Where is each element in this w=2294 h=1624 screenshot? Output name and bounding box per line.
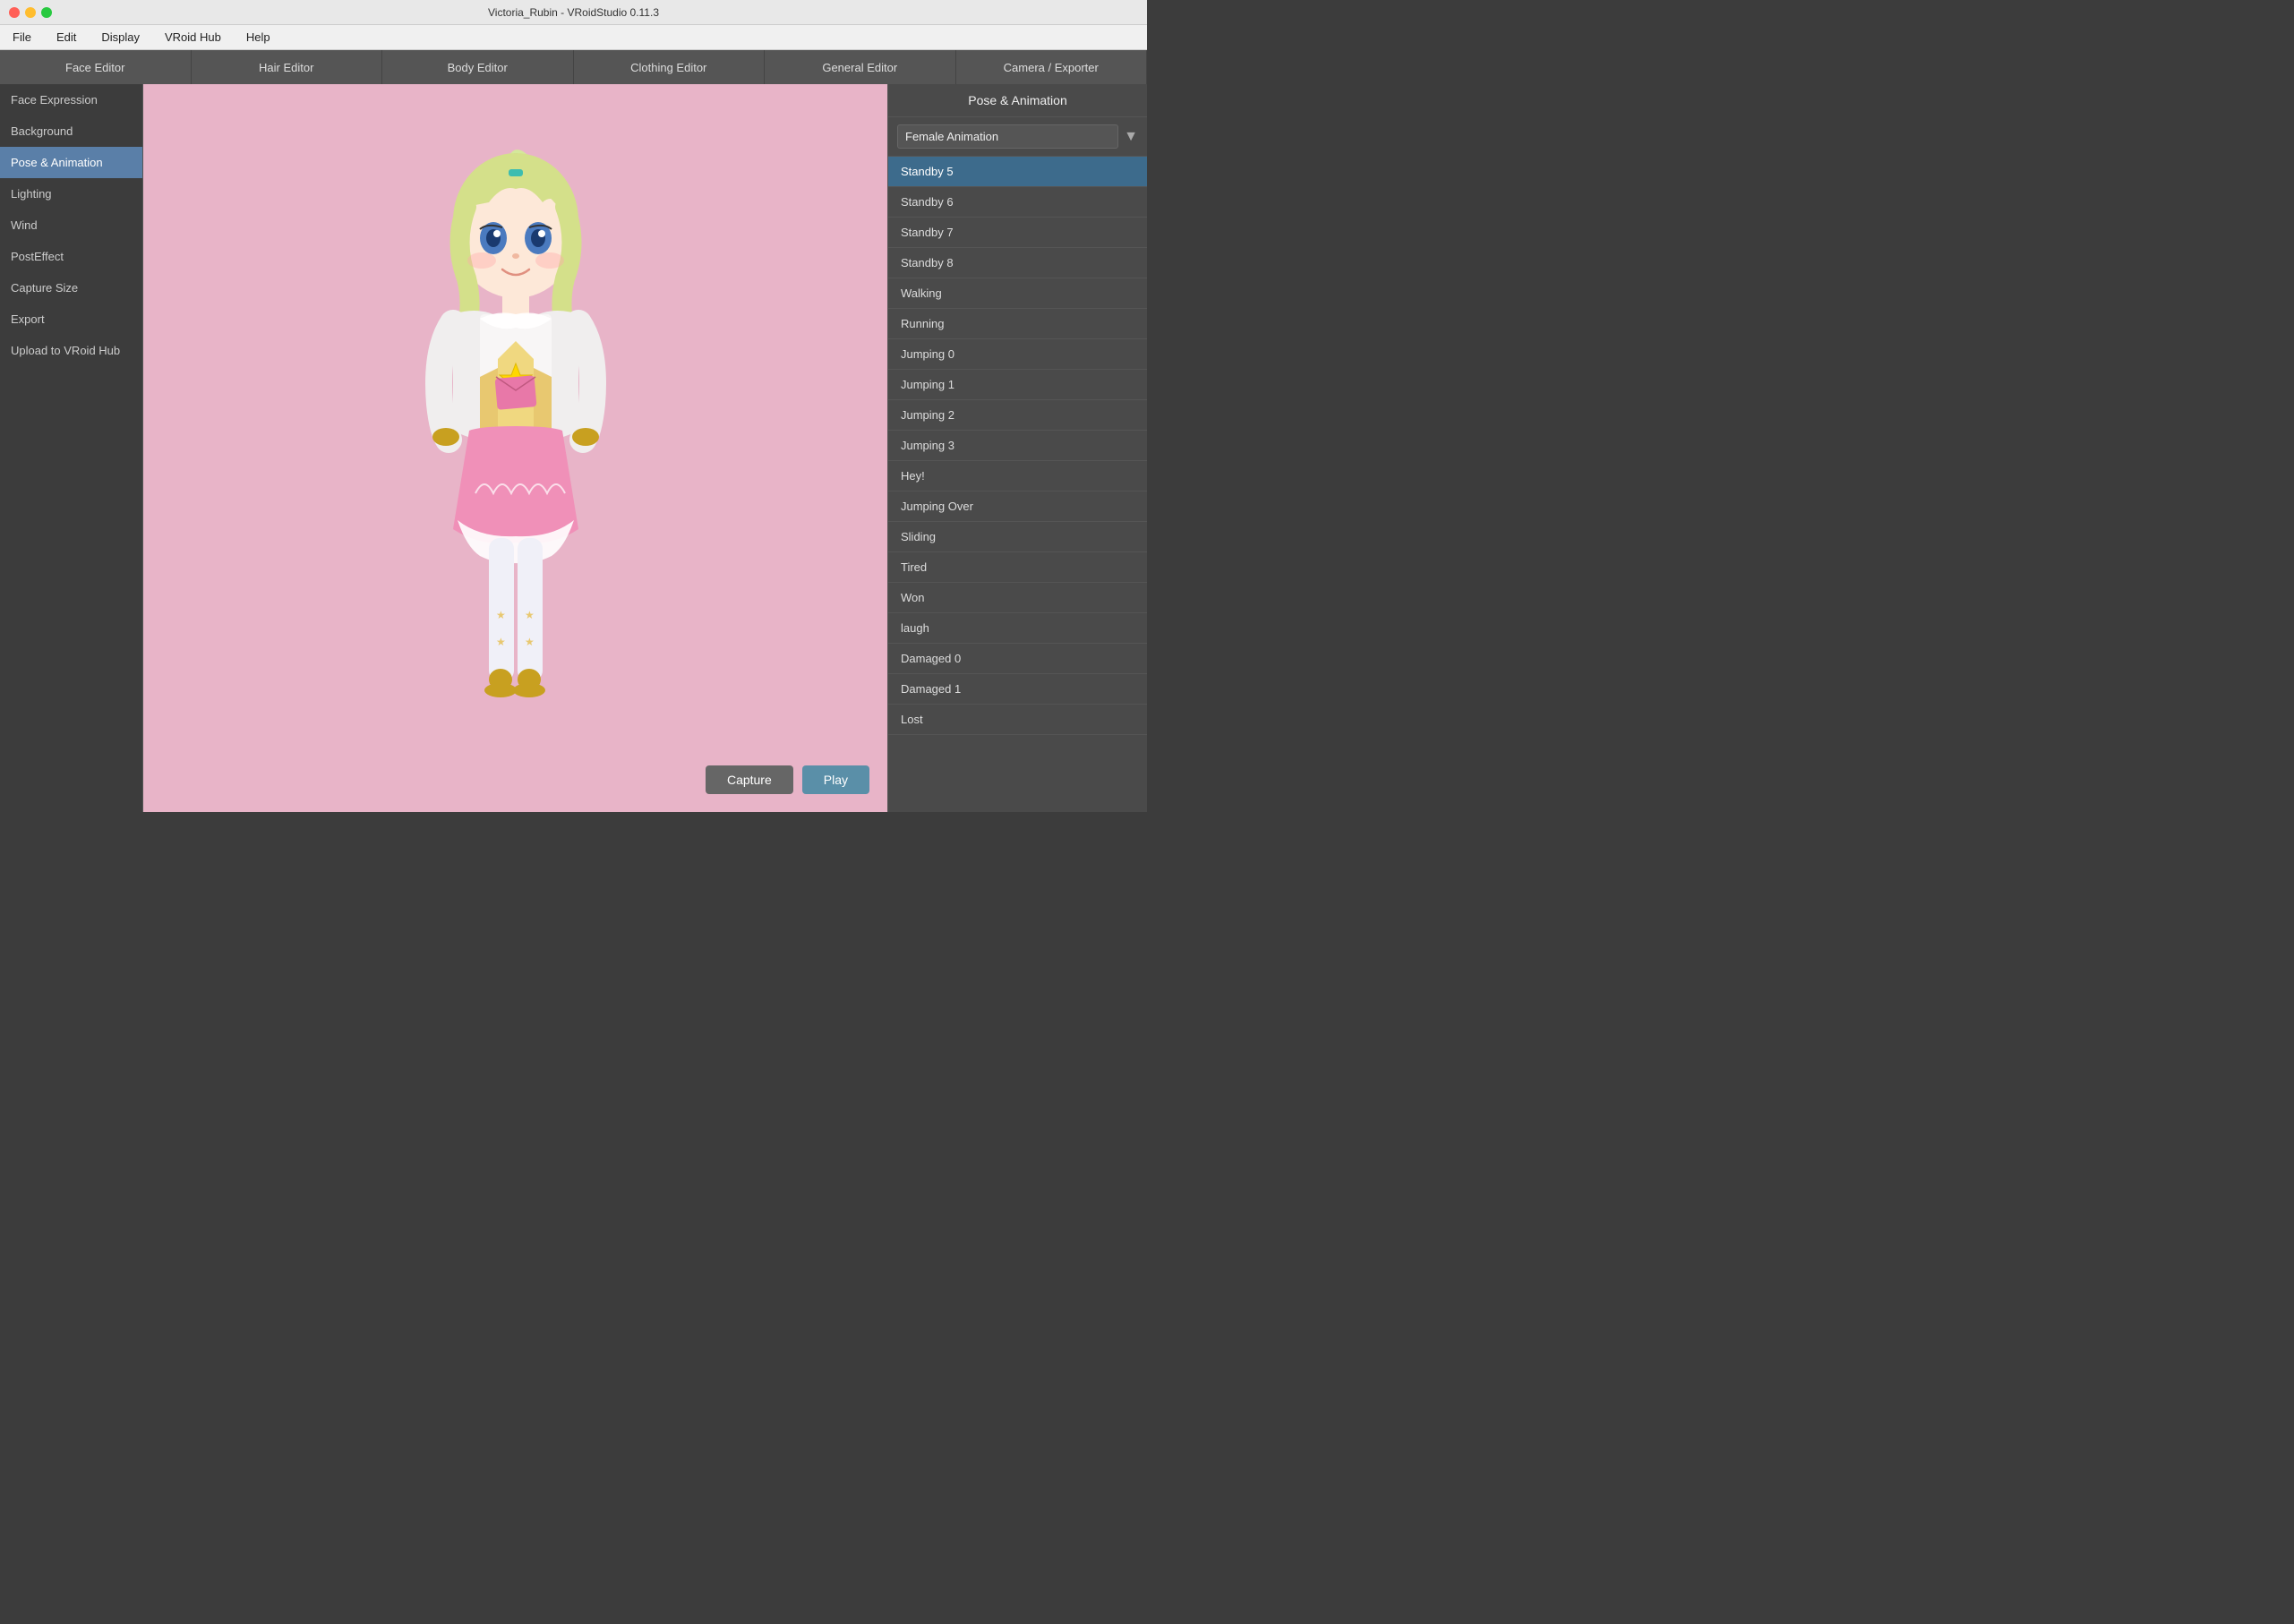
tab-general-editor[interactable]: General Editor (765, 50, 956, 84)
svg-text:★: ★ (525, 636, 535, 648)
anim-item-standby8[interactable]: Standby 8 (888, 248, 1147, 278)
tab-camera-exporter[interactable]: Camera / Exporter (956, 50, 1148, 84)
anim-item-walking[interactable]: Walking (888, 278, 1147, 309)
menu-file[interactable]: File (7, 29, 37, 46)
anim-item-jumping0[interactable]: Jumping 0 (888, 339, 1147, 370)
tab-hair-editor[interactable]: Hair Editor (192, 50, 383, 84)
tab-body-editor[interactable]: Body Editor (382, 50, 574, 84)
anim-item-jumping2[interactable]: Jumping 2 (888, 400, 1147, 431)
right-panel: Pose & Animation Female Animation Male A… (887, 84, 1147, 812)
animation-type-dropdown[interactable]: Female Animation Male Animation (897, 124, 1118, 149)
main-layout: Face Expression Background Pose & Animat… (0, 84, 1147, 812)
anim-item-laugh[interactable]: laugh (888, 613, 1147, 644)
sidebar-item-lighting[interactable]: Lighting (0, 178, 142, 209)
canvas-area: ★ ★ ★ ★ Capture Play (143, 84, 887, 812)
anim-item-jumping3[interactable]: Jumping 3 (888, 431, 1147, 461)
anim-item-tired[interactable]: Tired (888, 552, 1147, 583)
right-panel-title: Pose & Animation (888, 84, 1147, 117)
canvas-buttons: Capture Play (706, 765, 869, 794)
animation-type-row: Female Animation Male Animation ▼ (888, 117, 1147, 157)
svg-text:★: ★ (496, 636, 506, 648)
menu-display[interactable]: Display (96, 29, 145, 46)
anim-item-sliding[interactable]: Sliding (888, 522, 1147, 552)
title-bar: Victoria_Rubin - VRoidStudio 0.11.3 (0, 0, 1147, 25)
anim-item-hey[interactable]: Hey! (888, 461, 1147, 491)
svg-text:★: ★ (525, 609, 535, 621)
tab-bar: Face Editor Hair Editor Body Editor Clot… (0, 50, 1147, 84)
anim-item-won[interactable]: Won (888, 583, 1147, 613)
anim-item-standby7[interactable]: Standby 7 (888, 218, 1147, 248)
sidebar-item-wind[interactable]: Wind (0, 209, 142, 241)
capture-button[interactable]: Capture (706, 765, 793, 794)
sidebar-item-capture-size[interactable]: Capture Size (0, 272, 142, 303)
sidebar-item-pose-animation[interactable]: Pose & Animation (0, 147, 142, 178)
anim-item-standby6[interactable]: Standby 6 (888, 187, 1147, 218)
tab-clothing-editor[interactable]: Clothing Editor (574, 50, 766, 84)
anim-item-standby5[interactable]: Standby 5 (888, 157, 1147, 187)
anim-item-jumping-over[interactable]: Jumping Over (888, 491, 1147, 522)
sidebar-item-face-expression[interactable]: Face Expression (0, 84, 142, 115)
svg-text:★: ★ (496, 609, 506, 621)
play-button[interactable]: Play (802, 765, 869, 794)
anim-item-damaged0[interactable]: Damaged 0 (888, 644, 1147, 674)
menu-bar: File Edit Display VRoid Hub Help (0, 25, 1147, 50)
maximize-button[interactable] (41, 7, 52, 18)
character-svg: ★ ★ ★ ★ (337, 99, 695, 798)
animation-list: Standby 5 Standby 6 Standby 7 Standby 8 … (888, 157, 1147, 812)
anim-item-jumping1[interactable]: Jumping 1 (888, 370, 1147, 400)
sidebar-item-background[interactable]: Background (0, 115, 142, 147)
menu-vroid-hub[interactable]: VRoid Hub (159, 29, 227, 46)
character-view: ★ ★ ★ ★ (143, 84, 887, 812)
dropdown-arrow-icon[interactable]: ▼ (1124, 129, 1138, 145)
tab-face-editor[interactable]: Face Editor (0, 50, 192, 84)
anim-item-lost[interactable]: Lost (888, 705, 1147, 735)
minimize-button[interactable] (25, 7, 36, 18)
sidebar-item-upload-vroid-hub[interactable]: Upload to VRoid Hub (0, 335, 142, 366)
window-controls[interactable] (9, 7, 52, 18)
window-title: Victoria_Rubin - VRoidStudio 0.11.3 (488, 6, 659, 19)
sidebar: Face Expression Background Pose & Animat… (0, 84, 143, 812)
anim-item-running[interactable]: Running (888, 309, 1147, 339)
close-button[interactable] (9, 7, 20, 18)
menu-edit[interactable]: Edit (51, 29, 81, 46)
sidebar-item-export[interactable]: Export (0, 303, 142, 335)
menu-help[interactable]: Help (241, 29, 276, 46)
anim-item-damaged1[interactable]: Damaged 1 (888, 674, 1147, 705)
sidebar-item-post-effect[interactable]: PostEffect (0, 241, 142, 272)
